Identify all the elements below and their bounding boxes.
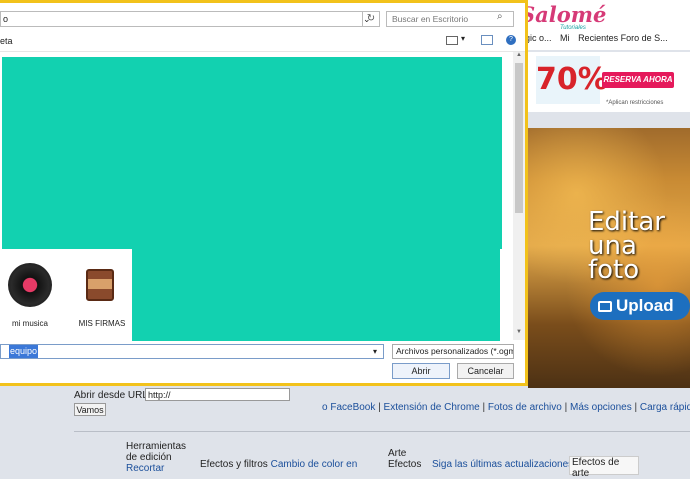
ad-upload-button[interactable]: Upload xyxy=(590,292,690,320)
updates-link[interactable]: Siga las últimas actualizaciones xyxy=(432,459,573,470)
file-item-label: mi musica xyxy=(11,319,48,328)
search-input[interactable]: Buscar en Escritorio xyxy=(386,11,514,27)
scrollbar-thumb[interactable] xyxy=(515,63,523,213)
view-options-icon[interactable] xyxy=(446,36,458,45)
search-icon[interactable]: ⌕ xyxy=(497,11,503,22)
ad-headline: Editar una foto xyxy=(588,209,688,285)
file-item-label: MIS FIRMAS xyxy=(78,319,126,328)
cancel-button[interactable]: Cancelar xyxy=(457,363,514,379)
file-open-dialog: o ⌄ ↻ Buscar en Escritorio ⌕ eta ▾ ? ▲ ▼… xyxy=(0,0,528,386)
site-logo-subtitle: Tutoriales xyxy=(560,25,586,31)
art-column: Arte Efectos xyxy=(388,448,421,470)
link-facebook[interactable]: FaceBook xyxy=(330,402,375,413)
bookmarks-bar: he magic o... Mi Recientes Foro de S... xyxy=(500,33,690,47)
link-stock-photos[interactable]: Fotos de archivo xyxy=(488,402,562,413)
link-separator: | xyxy=(634,402,638,413)
chevron-down-icon[interactable]: ▾ xyxy=(461,34,465,43)
column-heading: de edición xyxy=(126,452,172,463)
section-divider xyxy=(74,431,690,432)
chevron-down-icon[interactable]: ▾ xyxy=(373,345,377,358)
link-quick-upload[interactable]: Carga rápida xyxy=(640,402,690,413)
crop-link[interactable]: Recortar xyxy=(126,463,186,474)
ad-upload-label: Upload xyxy=(616,296,674,315)
tools-column: Herramientas de edición Recortar xyxy=(126,441,186,474)
redaction-block xyxy=(2,57,502,249)
redaction-block xyxy=(132,241,500,341)
open-url-input[interactable]: http:// xyxy=(145,388,290,401)
filename-field[interactable]: equipo ▾ xyxy=(0,344,384,359)
link-more-options[interactable]: Más opciones xyxy=(570,402,632,413)
ad-headline-line: foto xyxy=(588,255,640,285)
address-text: o xyxy=(3,14,9,24)
effects-column: Efectos y filtros Cambio de color en xyxy=(200,459,357,470)
address-bar[interactable]: o ⌄ xyxy=(0,11,380,27)
folder-icon xyxy=(598,301,612,313)
ad-reserve-button[interactable]: RESERVA AHORA xyxy=(602,72,674,88)
column-heading: Herramientas xyxy=(126,441,187,452)
bookmark-item[interactable]: Recientes Foro de S... xyxy=(578,33,668,43)
toolbar-new-folder[interactable]: eta xyxy=(0,36,13,46)
filename-value: equipo xyxy=(9,345,39,358)
site-logo[interactable]: Salomé xyxy=(520,2,606,27)
link-separator: | xyxy=(378,402,381,413)
vinyl-record-icon xyxy=(8,263,52,307)
scroll-up-icon[interactable]: ▲ xyxy=(513,52,525,62)
preview-pane-icon[interactable] xyxy=(481,35,493,45)
scrapbook-band xyxy=(88,279,112,289)
bookmark-item[interactable]: Mi xyxy=(560,33,570,43)
open-button[interactable]: Abrir xyxy=(392,363,450,379)
color-change-link[interactable]: Cambio de color en xyxy=(271,459,358,470)
file-type-select[interactable]: Archivos personalizados (*.ogm xyxy=(392,344,514,359)
link-separator: | xyxy=(564,402,568,413)
page-links: o FaceBook | Extensión de Chrome | Fotos… xyxy=(322,402,690,413)
go-button[interactable]: Vamos xyxy=(74,403,106,416)
ad-fineprint: *Aplican restricciones xyxy=(606,100,664,106)
link-chrome-extension[interactable]: Extensión de Chrome xyxy=(384,402,480,413)
column-heading: Arte xyxy=(388,448,407,459)
ad-discount: 70% xyxy=(536,56,608,104)
refresh-icon[interactable]: ↻ xyxy=(362,11,380,27)
column-heading: Efectos y filtros xyxy=(200,459,268,470)
link-separator: | xyxy=(482,402,486,413)
art-effects-card[interactable]: Efectos de arte xyxy=(569,456,639,479)
open-url-label: Abrir desde URL: xyxy=(74,390,151,401)
column-heading: Efectos xyxy=(388,459,422,470)
help-icon[interactable]: ? xyxy=(506,35,516,45)
scroll-down-icon[interactable]: ▼ xyxy=(513,329,525,339)
